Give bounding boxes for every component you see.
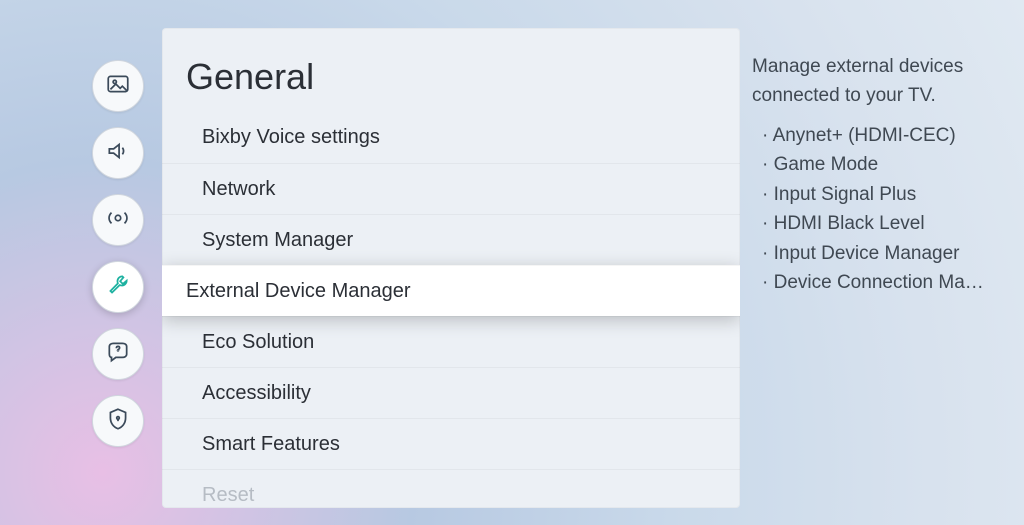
description-text: Manage external devices connected to you… <box>752 52 1002 111</box>
description-list-item: Anynet+ (HDMI-CEC) <box>762 121 992 150</box>
sidebar-item-privacy[interactable] <box>92 395 144 447</box>
description-list-item: Device Connection Manager <box>762 268 992 297</box>
menu-item-system-manager[interactable]: System Manager <box>162 214 740 265</box>
support-icon <box>105 339 131 370</box>
description-pane: Manage external devices connected to you… <box>752 52 1002 298</box>
menu-item-network[interactable]: Network <box>162 163 740 214</box>
settings-panel: General Bixby Voice settings Network Sys… <box>162 28 740 508</box>
description-list-item: Game Mode <box>762 150 992 179</box>
menu-item-label: External Device Manager <box>186 280 411 303</box>
menu-item-bixby-voice[interactable]: Bixby Voice settings <box>162 112 740 163</box>
menu-item-label: Eco Solution <box>202 331 314 354</box>
menu-list: Bixby Voice settings Network System Mana… <box>162 112 740 508</box>
sidebar-item-general[interactable] <box>92 261 144 313</box>
description-list-item: Input Device Manager <box>762 239 992 268</box>
menu-item-smart-features[interactable]: Smart Features <box>162 418 740 469</box>
sidebar-item-support[interactable] <box>92 328 144 380</box>
menu-item-label: System Manager <box>202 229 353 252</box>
description-list: Anynet+ (HDMI-CEC) Game Mode Input Signa… <box>752 121 1002 298</box>
menu-item-label: Smart Features <box>202 433 340 456</box>
picture-icon <box>105 71 131 102</box>
page-title: General <box>162 28 740 112</box>
menu-item-external-device-manager[interactable]: External Device Manager <box>162 265 740 316</box>
sidebar-item-sound[interactable] <box>92 127 144 179</box>
menu-item-label: Reset <box>202 484 254 507</box>
menu-item-label: Accessibility <box>202 382 311 405</box>
shield-icon <box>105 406 131 437</box>
sidebar-item-broadcasting[interactable] <box>92 194 144 246</box>
menu-item-label: Network <box>202 178 275 201</box>
menu-item-accessibility[interactable]: Accessibility <box>162 367 740 418</box>
description-list-item: Input Signal Plus <box>762 180 992 209</box>
description-list-item: HDMI Black Level <box>762 209 992 238</box>
wrench-icon <box>105 272 131 303</box>
menu-item-label: Bixby Voice settings <box>202 126 380 149</box>
menu-item-reset[interactable]: Reset <box>162 469 740 508</box>
menu-item-eco-solution[interactable]: Eco Solution <box>162 316 740 367</box>
sound-icon <box>105 138 131 169</box>
settings-category-sidebar <box>88 60 148 447</box>
sidebar-item-picture[interactable] <box>92 60 144 112</box>
broadcast-icon <box>105 205 131 236</box>
